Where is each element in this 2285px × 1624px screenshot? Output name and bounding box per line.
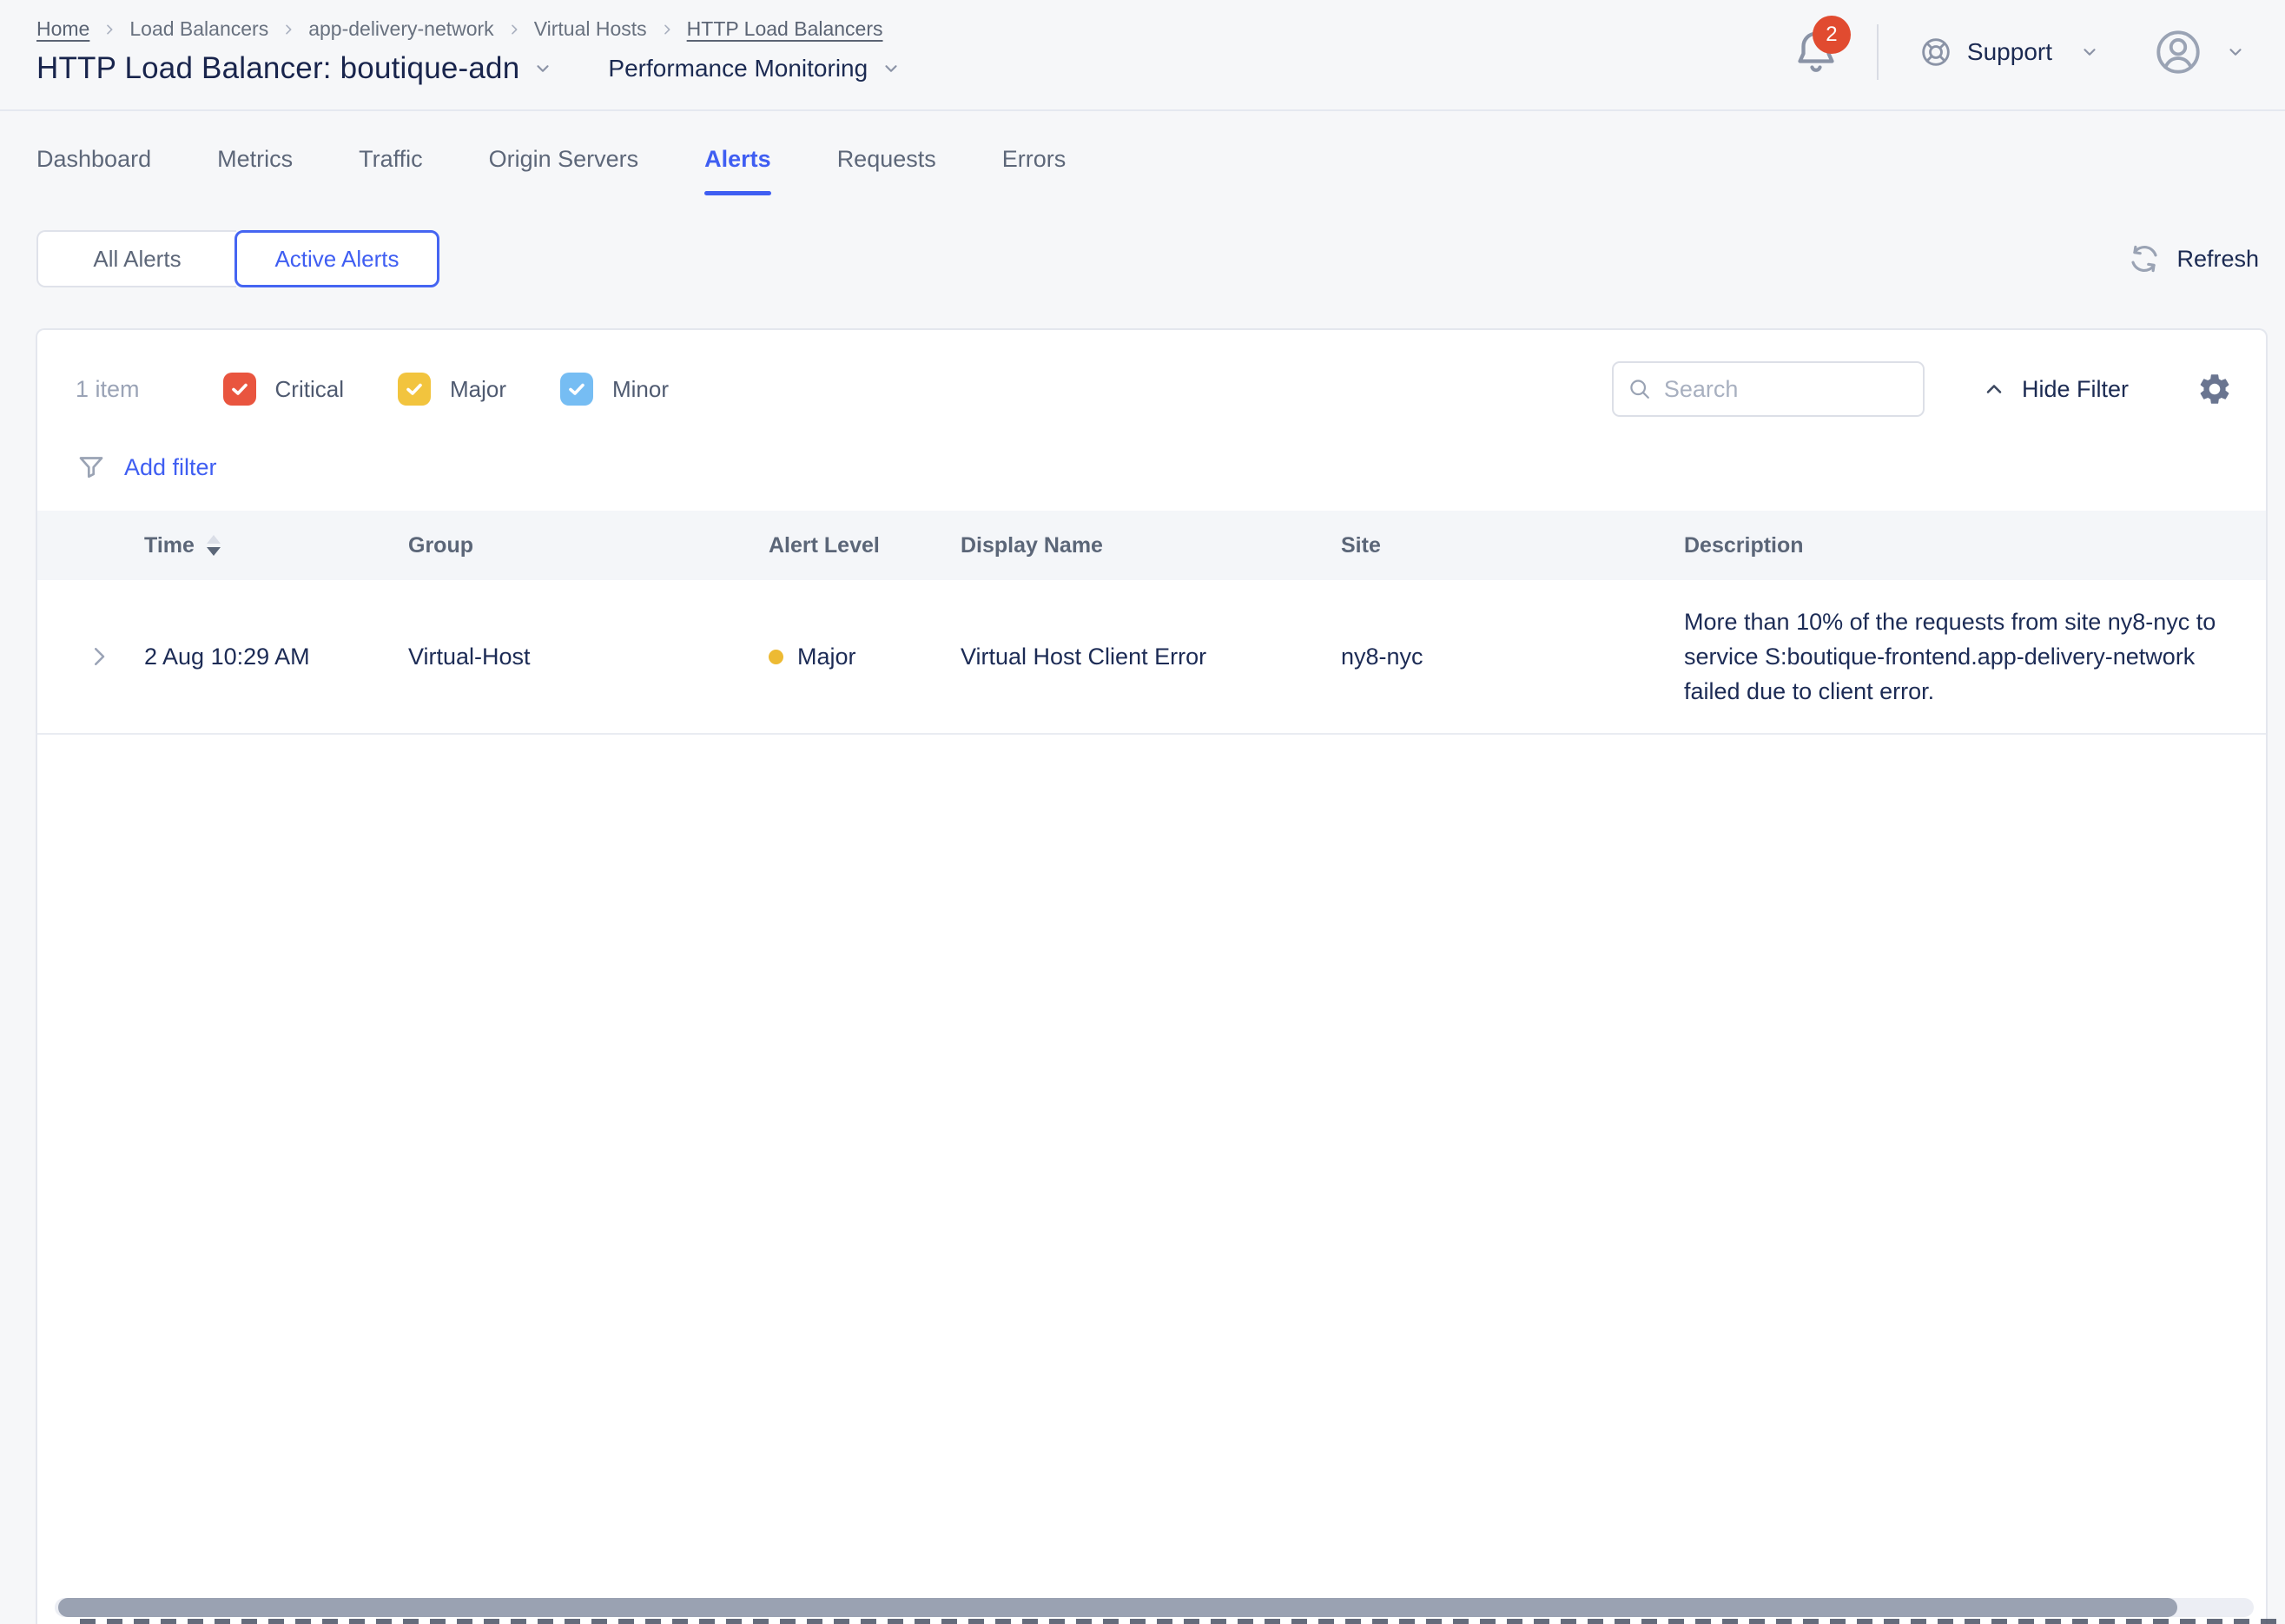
breadcrumb-item-app-delivery-network[interactable]: app-delivery-network	[308, 17, 493, 41]
column-label: Alert Level	[769, 533, 880, 558]
topbar-right: 2 Support	[1790, 24, 2245, 80]
page-title: HTTP Load Balancer: boutique-adn	[36, 51, 519, 86]
column-label: Site	[1341, 533, 1381, 558]
column-header-group[interactable]: Group	[408, 533, 769, 558]
gear-icon	[2196, 371, 2233, 407]
page: Home Load Balancers app-delivery-network…	[0, 0, 2285, 1624]
column-header-time[interactable]: Time	[144, 533, 408, 558]
refresh-icon	[2128, 242, 2161, 275]
notification-badge: 2	[1813, 16, 1851, 54]
column-header-display-name[interactable]: Display Name	[961, 533, 1341, 558]
clipped-content-edge	[80, 1619, 2285, 1624]
chevron-right-icon	[281, 23, 295, 36]
cell-description: More than 10% of the requests from site …	[1684, 580, 2266, 733]
breadcrumb-item-load-balancers[interactable]: Load Balancers	[129, 17, 268, 41]
alerts-card: 1 item Critical Major Minor Hide Filter	[36, 328, 2268, 1624]
severity-checkbox-critical[interactable]: Critical	[223, 373, 344, 406]
chevron-right-icon	[102, 23, 116, 36]
breadcrumb-item-http-load-balancers[interactable]: HTTP Load Balancers	[687, 17, 883, 41]
column-label: Description	[1684, 533, 1804, 558]
chevron-right-icon	[86, 644, 112, 670]
cell-display-name: Virtual Host Client Error	[961, 644, 1341, 670]
hide-filter-button[interactable]: Hide Filter	[1982, 376, 2129, 403]
table-settings-button[interactable]	[2196, 371, 2233, 407]
account-chevron-down-icon	[2226, 43, 2245, 62]
header-divider	[1877, 24, 1879, 80]
view-selector-chevron-down-icon	[882, 59, 901, 78]
chevron-right-icon	[660, 23, 674, 36]
breadcrumb-item-virtual-hosts[interactable]: Virtual Hosts	[534, 17, 647, 41]
support-chevron-down-icon	[2080, 43, 2099, 62]
filter-bar: 1 item Critical Major Minor Hide Filter	[37, 330, 2266, 417]
alerts-subbar: All Alerts Active Alerts Refresh	[36, 230, 2259, 287]
cell-alert-level: Major	[769, 644, 961, 670]
support-menu[interactable]: Support	[1918, 35, 2099, 69]
hide-filter-label: Hide Filter	[2022, 376, 2129, 403]
search-input[interactable]	[1664, 376, 1909, 403]
all-alerts-button[interactable]: All Alerts	[36, 230, 236, 287]
chevron-right-icon	[507, 23, 521, 36]
breadcrumb-item-home[interactable]: Home	[36, 17, 89, 41]
lifebuoy-icon	[1918, 35, 1953, 69]
support-label: Support	[1967, 38, 2052, 66]
checkbox-checked-icon	[398, 373, 431, 406]
search-box	[1612, 361, 1925, 417]
column-header-alert-level[interactable]: Alert Level	[769, 533, 961, 558]
view-selector-label: Performance Monitoring	[608, 55, 868, 83]
alert-level-label: Major	[797, 644, 856, 670]
column-label: Time	[144, 533, 195, 558]
view-selector[interactable]: Performance Monitoring	[608, 55, 901, 83]
severity-label: Critical	[275, 376, 344, 403]
add-filter-label: Add filter	[124, 454, 217, 481]
table-row[interactable]: 2 Aug 10:29 AM Virtual-Host Major Virtua…	[37, 580, 2266, 735]
refresh-button[interactable]: Refresh	[2128, 242, 2259, 275]
top-header: Home Load Balancers app-delivery-network…	[0, 0, 2285, 111]
table-header: Time Group Alert Level Display Name Site…	[37, 511, 2266, 580]
horizontal-scrollbar-thumb[interactable]	[58, 1598, 2177, 1617]
chevron-up-icon	[1982, 377, 2006, 401]
severity-label: Major	[450, 376, 506, 403]
notifications-button[interactable]: 2	[1790, 24, 1846, 80]
title-chevron-down-icon[interactable]	[533, 59, 552, 78]
cell-time: 2 Aug 10:29 AM	[144, 644, 408, 670]
column-header-site[interactable]: Site	[1341, 533, 1684, 558]
tab-origin-servers[interactable]: Origin Servers	[489, 146, 639, 195]
main-tabs: Dashboard Metrics Traffic Origin Servers…	[0, 111, 2285, 216]
account-menu[interactable]	[2153, 27, 2245, 77]
checkbox-checked-icon	[560, 373, 593, 406]
sort-icon[interactable]	[207, 535, 221, 556]
severity-checkbox-major[interactable]: Major	[398, 373, 506, 406]
tab-metrics[interactable]: Metrics	[217, 146, 293, 195]
severity-checkbox-minor[interactable]: Minor	[560, 373, 669, 406]
funnel-icon	[76, 452, 107, 483]
severity-dot-icon	[769, 650, 783, 664]
cell-site: ny8-nyc	[1341, 644, 1684, 670]
add-filter-button[interactable]: Add filter	[76, 452, 2266, 483]
alerts-segmented-control: All Alerts Active Alerts	[36, 230, 439, 287]
column-label: Group	[408, 533, 473, 558]
tab-alerts[interactable]: Alerts	[704, 146, 771, 195]
tab-dashboard[interactable]: Dashboard	[36, 146, 151, 195]
checkbox-checked-icon	[223, 373, 256, 406]
item-count: 1 item	[76, 376, 140, 403]
avatar-icon	[2153, 27, 2203, 77]
cell-group: Virtual-Host	[408, 644, 769, 670]
column-header-description[interactable]: Description	[1684, 533, 2266, 558]
column-label: Display Name	[961, 533, 1103, 558]
tab-requests[interactable]: Requests	[837, 146, 936, 195]
active-alerts-button[interactable]: Active Alerts	[234, 230, 439, 287]
tab-errors[interactable]: Errors	[1002, 146, 1067, 195]
severity-label: Minor	[612, 376, 669, 403]
refresh-label: Refresh	[2176, 246, 2259, 273]
tab-traffic[interactable]: Traffic	[359, 146, 423, 195]
search-icon	[1628, 375, 1652, 403]
row-expand-button[interactable]	[37, 644, 144, 670]
